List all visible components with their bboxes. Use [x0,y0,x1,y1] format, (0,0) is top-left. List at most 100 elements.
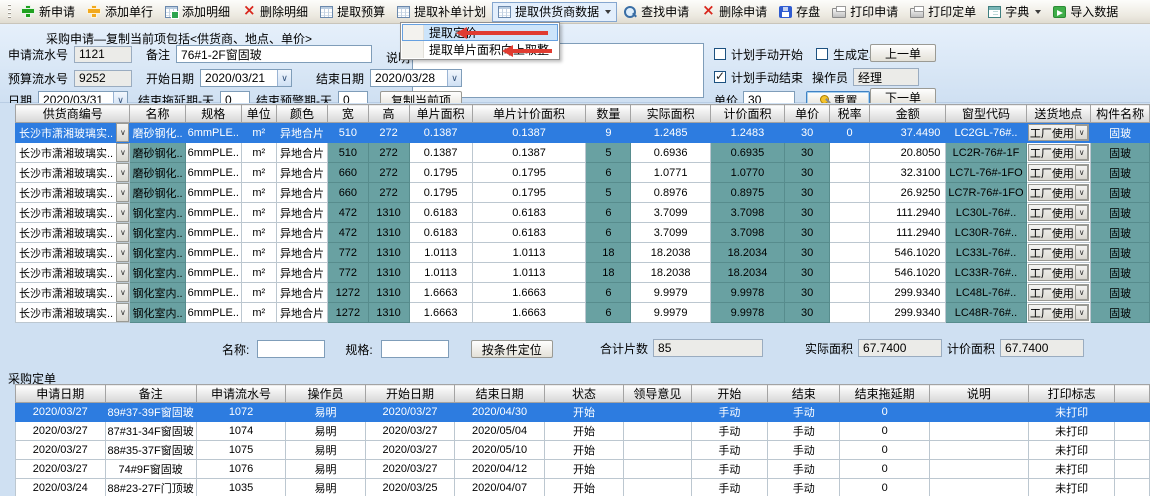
table-cell[interactable]: 510 [328,143,368,163]
chevron-down-icon[interactable] [116,143,129,162]
column-header[interactable]: 单位 [241,105,276,123]
chevron-down-icon[interactable] [1075,205,1088,220]
table-cell[interactable]: 异地合片 [276,303,328,323]
table-cell[interactable]: 18.2034 [710,263,784,283]
table-cell[interactable]: 手动 [768,441,840,460]
table-row[interactable]: 2020/03/2774#9F窗固玻1076易明2020/03/272020/0… [16,460,1150,479]
table-cell[interactable] [929,403,1028,422]
chevron-down-icon[interactable] [1075,245,1088,260]
column-header[interactable]: 实际面积 [631,105,710,123]
table-cell[interactable]: 1272 [328,303,368,323]
table-cell[interactable]: 开始 [544,422,623,441]
delivery-combo[interactable]: 工厂使用 [1028,204,1090,221]
column-header[interactable]: 金额 [870,105,946,123]
table-cell[interactable]: 未打印 [1028,422,1114,441]
table-cell[interactable]: 272 [368,163,409,183]
table-cell[interactable]: 长沙市潇湘玻璃实.. [16,183,130,203]
table-cell[interactable]: 0.1795 [472,183,586,203]
table-cell[interactable]: 固玻 [1091,123,1150,143]
table-cell[interactable]: 30 [785,143,830,163]
table-cell[interactable]: 工厂使用 [1026,123,1091,143]
table-cell[interactable]: 手动 [768,422,840,441]
toolbar-button-delete-detail[interactable]: 删除明细 [236,2,314,22]
column-header[interactable]: 单片面积 [409,105,472,123]
table-cell[interactable]: 30 [785,263,830,283]
table-cell[interactable] [624,460,692,479]
column-header[interactable]: 结束日期 [455,385,545,403]
table-cell[interactable]: 手动 [691,441,767,460]
locate-button[interactable]: 按条件定位 [471,340,553,358]
table-cell[interactable]: 磨砂钢化.. [130,123,185,143]
column-header[interactable]: 开始日期 [365,385,455,403]
table-cell[interactable]: 111.2940 [870,223,946,243]
table-cell[interactable]: 30 [785,283,830,303]
table-cell[interactable]: 272 [368,183,409,203]
table-cell[interactable]: 1272 [328,283,368,303]
table-cell[interactable]: 3.7098 [710,223,784,243]
table-cell[interactable]: 钢化室内.. [130,223,185,243]
table-cell[interactable] [929,479,1028,496]
table-cell[interactable]: 异地合片 [276,183,328,203]
table-cell[interactable]: 1.0113 [472,243,586,263]
chevron-down-icon[interactable] [116,223,129,242]
table-cell[interactable]: 长沙市潇湘玻璃实.. [16,163,130,183]
table-cell[interactable]: LC2GL-76#.. [946,123,1026,143]
table-cell[interactable]: 钢化室内.. [130,283,185,303]
table-cell[interactable]: 未打印 [1028,460,1114,479]
column-header[interactable]: 单价 [785,105,830,123]
table-cell[interactable] [830,263,870,283]
table-cell[interactable]: 2020/03/27 [365,403,455,422]
table-cell[interactable]: 9.9979 [631,283,710,303]
table-cell[interactable]: m² [241,203,276,223]
table-row[interactable]: 2020/03/2789#37-39F窗固玻1072易明2020/03/2720… [16,403,1150,422]
table-cell[interactable]: 2020/04/30 [455,403,545,422]
chevron-down-icon[interactable] [116,283,129,302]
table-cell[interactable]: 工厂使用 [1026,303,1091,323]
table-cell[interactable]: 1072 [196,403,286,422]
table-row[interactable]: 2020/03/2488#23-27F门顶玻1035易明2020/03/2520… [16,479,1150,496]
column-header[interactable]: 高 [368,105,409,123]
table-cell[interactable]: 18.2038 [631,263,710,283]
table-cell[interactable]: 74#9F窗固玻 [105,460,196,479]
table-cell[interactable]: 30 [785,243,830,263]
table-cell[interactable]: 18 [586,263,631,283]
table-cell[interactable]: 0.1387 [472,143,586,163]
column-header[interactable]: 单片计价面积 [472,105,586,123]
table-cell[interactable]: 0 [840,460,930,479]
table-cell[interactable]: 长沙市潇湘玻璃实.. [16,223,130,243]
column-header[interactable]: 计价面积 [710,105,784,123]
table-row[interactable]: 长沙市潇湘玻璃实..钢化室内..6mmPLE..m²异地合片77213101.0… [16,263,1150,283]
table-cell[interactable]: LC30R-76#.. [946,223,1026,243]
table-cell[interactable]: 0.1387 [409,123,472,143]
table-cell[interactable] [1115,460,1150,479]
table-cell[interactable]: 手动 [768,460,840,479]
table-cell[interactable]: 9 [586,123,631,143]
table-cell[interactable]: 未打印 [1028,441,1114,460]
table-cell[interactable] [830,303,870,323]
column-header[interactable] [1115,385,1150,403]
table-cell[interactable]: 20.8050 [870,143,946,163]
table-cell[interactable]: 0 [840,403,930,422]
table-cell[interactable]: 手动 [691,403,767,422]
column-header[interactable]: 说明 [929,385,1028,403]
table-cell[interactable]: 6mmPLE.. [185,123,241,143]
table-cell[interactable] [1115,441,1150,460]
column-header[interactable]: 宽 [328,105,368,123]
table-cell[interactable]: 1.6663 [409,283,472,303]
table-cell[interactable]: m² [241,163,276,183]
table-cell[interactable] [1115,422,1150,441]
table-cell[interactable]: 钢化室内.. [130,203,185,223]
table-cell[interactable]: 工厂使用 [1026,223,1091,243]
table-cell[interactable]: 18.2038 [631,243,710,263]
table-cell[interactable]: 1035 [196,479,286,496]
column-header[interactable]: 开始 [691,385,767,403]
table-cell[interactable]: 异地合片 [276,123,328,143]
column-header[interactable]: 操作员 [286,385,365,403]
table-cell[interactable]: 0.6936 [631,143,710,163]
table-cell[interactable]: m² [241,263,276,283]
table-cell[interactable]: 546.1020 [870,263,946,283]
toolbar-button-print-order[interactable]: 打印定单 [904,2,982,22]
table-cell[interactable]: 546.1020 [870,243,946,263]
table-cell[interactable]: 固玻 [1091,183,1150,203]
table-cell[interactable]: 1310 [368,203,409,223]
